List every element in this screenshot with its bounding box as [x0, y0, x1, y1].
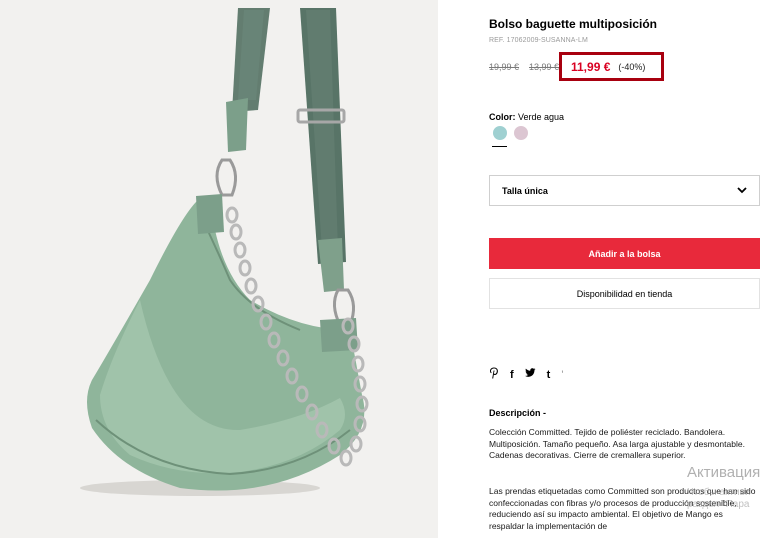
previous-price: 13,99 € — [529, 62, 560, 72]
description-heading[interactable]: Descripción - — [489, 408, 546, 418]
color-swatch-verde-agua[interactable] — [493, 126, 507, 140]
size-dropdown-value: Talla única — [502, 185, 548, 196]
windows-activation-watermark: Активация — [687, 464, 761, 481]
twitter-icon[interactable] — [524, 368, 536, 382]
original-price: 19,99 € — [489, 62, 520, 72]
product-image[interactable] — [0, 0, 438, 538]
product-reference: REF. 17062009-SUSANNA-LM — [489, 37, 588, 44]
pinterest-icon[interactable] — [489, 367, 499, 383]
description-paragraph: Colección Committed. Tejido de poliéster… — [489, 427, 745, 460]
chevron-down-icon — [737, 187, 747, 194]
social-share-bar: f t ' — [489, 367, 564, 383]
tumblr-icon[interactable]: t — [547, 368, 551, 382]
size-dropdown[interactable]: Talla única — [489, 175, 760, 206]
current-price: 11,99 € — [571, 59, 611, 74]
store-availability-button[interactable]: Disponibilidad en tienda — [489, 278, 760, 309]
social-separator: ' — [561, 369, 564, 381]
facebook-icon[interactable]: f — [510, 368, 514, 382]
windows-activation-watermark-subtext: Чтобы активи раздел "Пара — [687, 487, 751, 511]
color-label-heading: Color: — [489, 112, 516, 122]
add-to-bag-button[interactable]: Añadir a la bolsa — [489, 238, 760, 269]
color-swatch-rosa[interactable] — [514, 126, 528, 140]
discount-badge: (-40%) — [618, 61, 646, 72]
color-value: Verde agua — [518, 112, 565, 122]
color-label: Color: Verde agua — [489, 112, 564, 122]
watermark-line-3: раздел "Пара — [687, 499, 750, 510]
watermark-line-2: Чтобы активи — [687, 487, 751, 498]
product-title: Bolso baguette multiposición — [489, 17, 658, 31]
selected-swatch-indicator — [492, 146, 507, 147]
sale-price-highlight: 11,99 € (-40%) — [559, 52, 664, 81]
